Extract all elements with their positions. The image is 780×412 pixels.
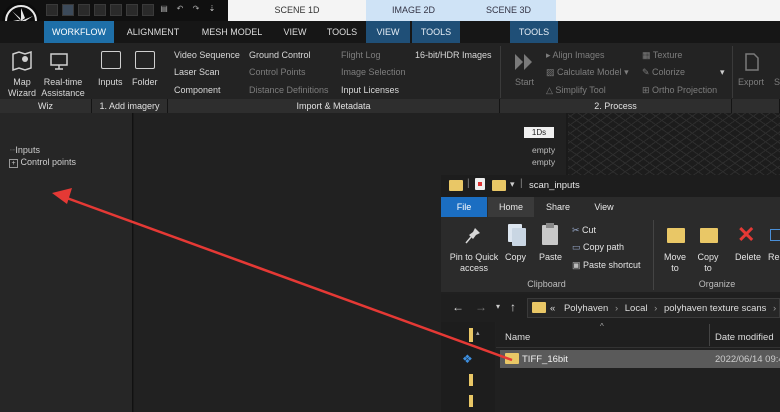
annotation-arrow — [52, 188, 513, 362]
